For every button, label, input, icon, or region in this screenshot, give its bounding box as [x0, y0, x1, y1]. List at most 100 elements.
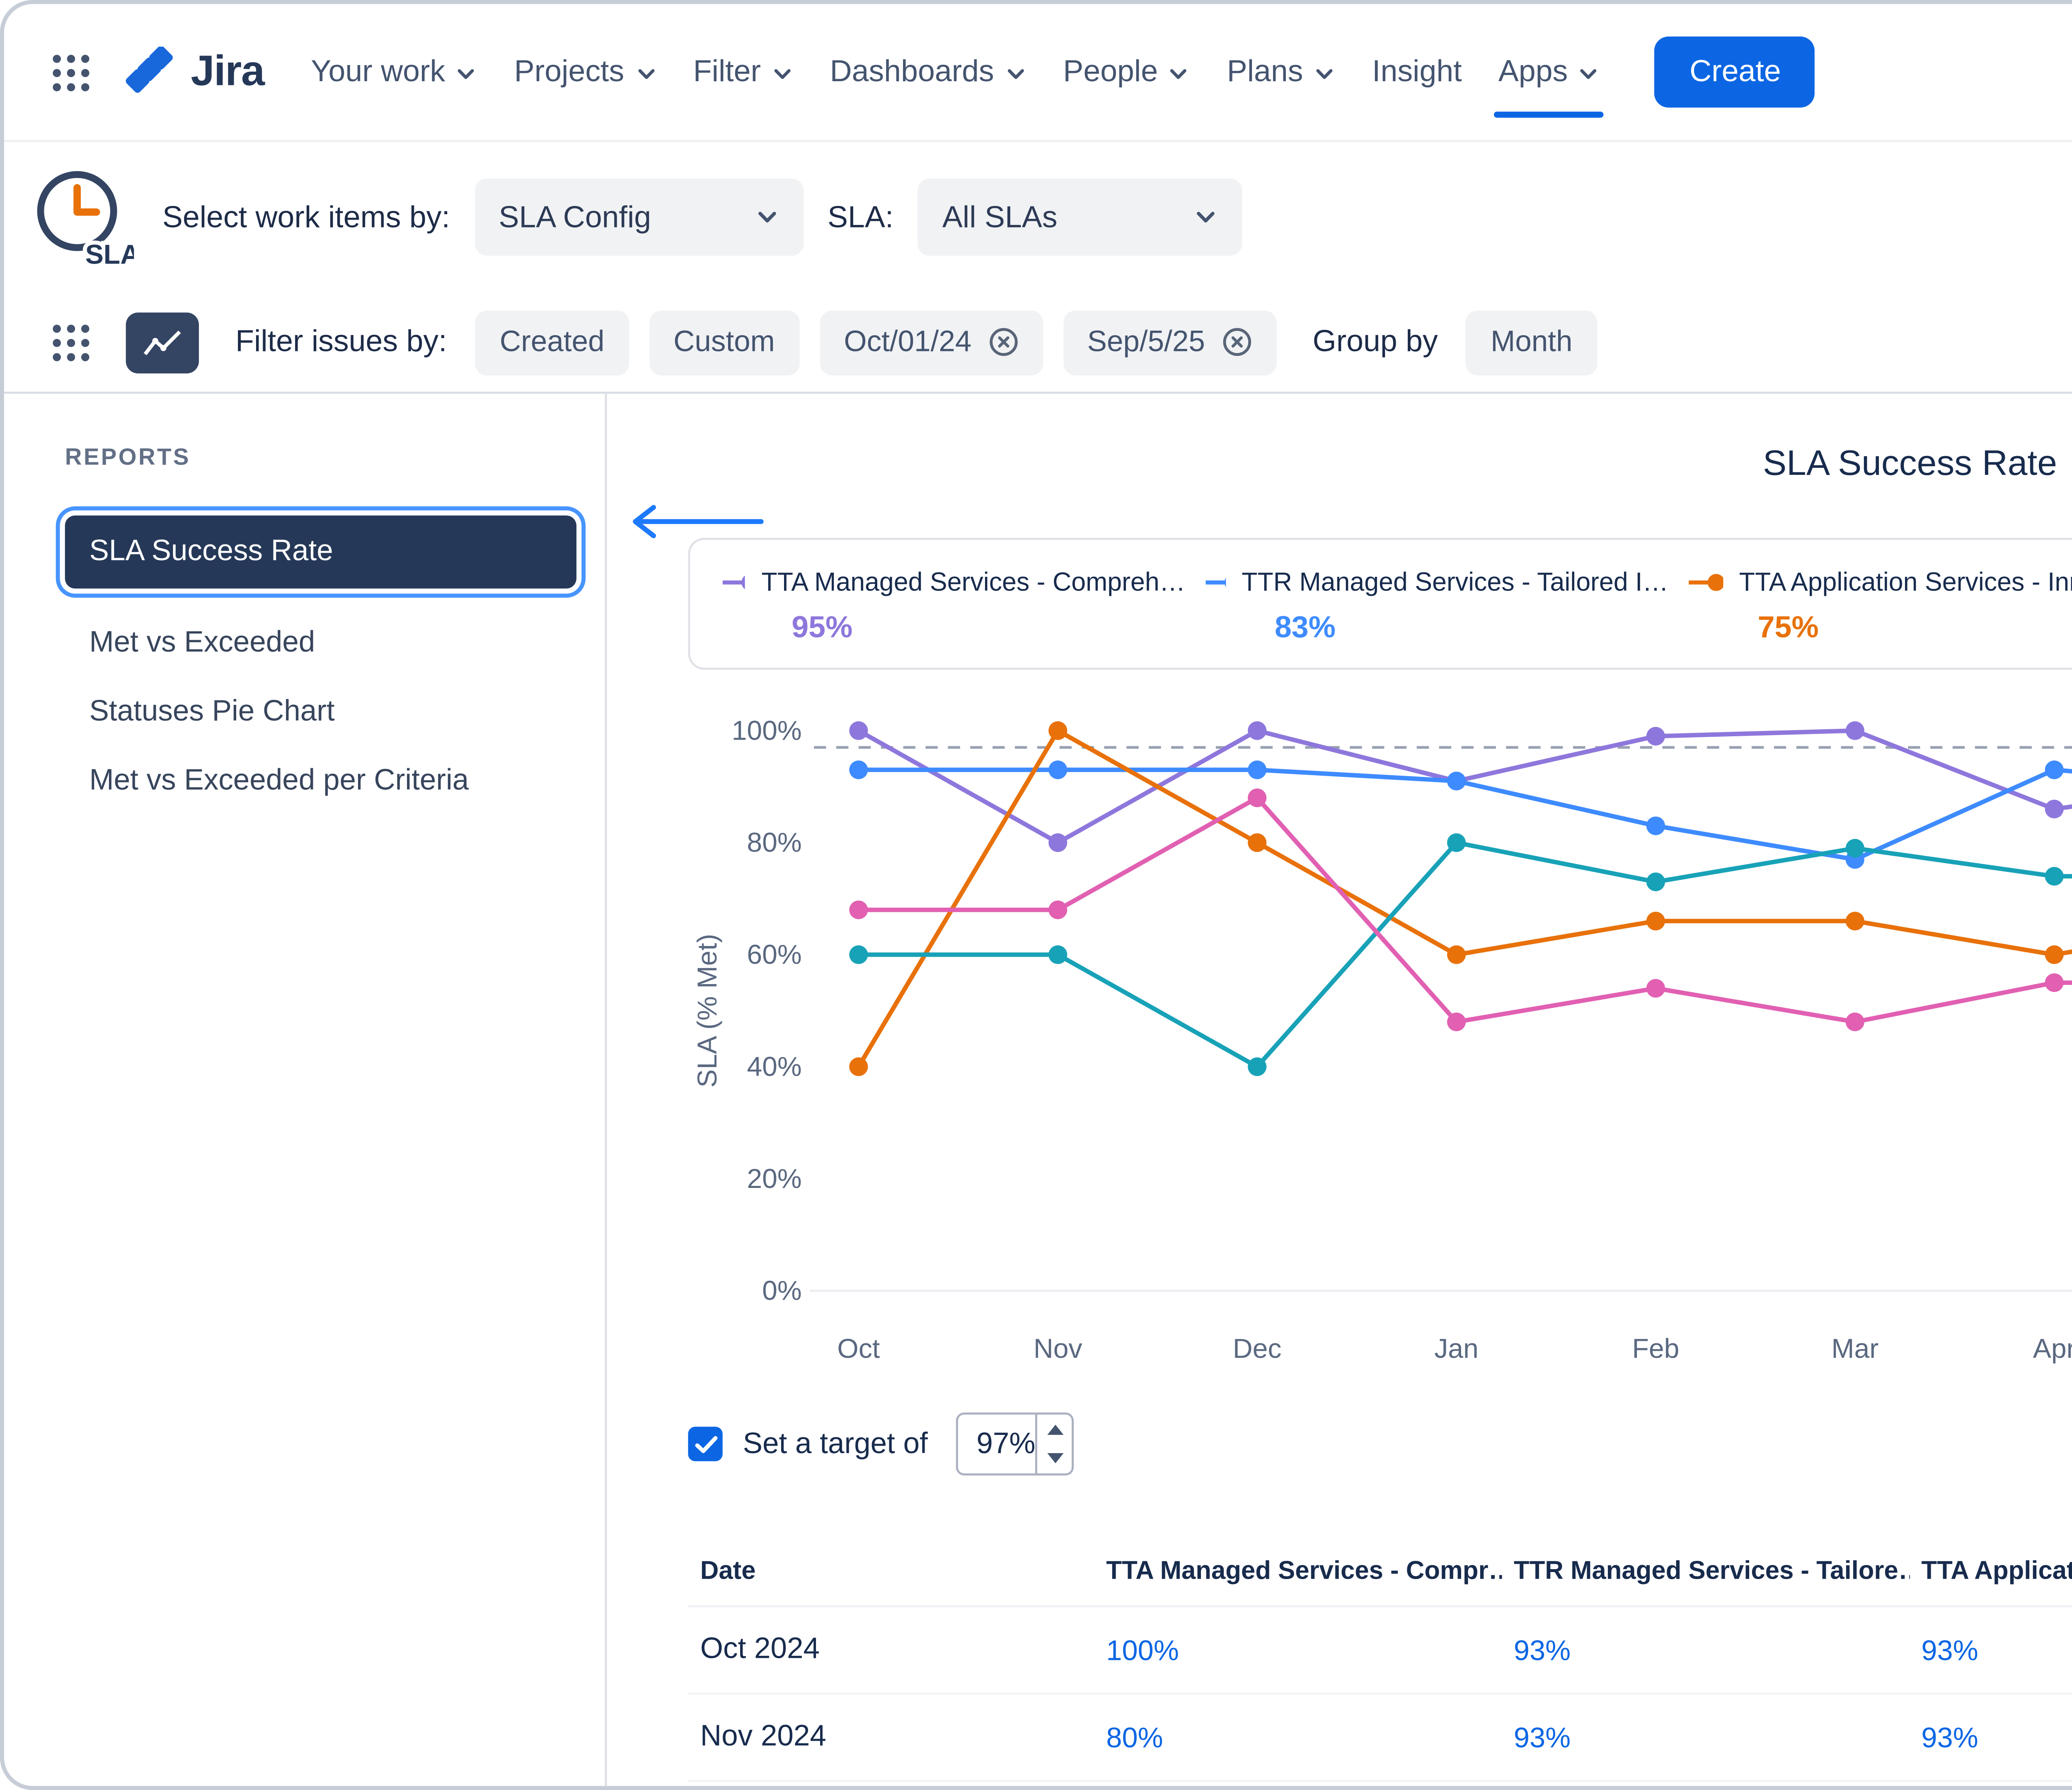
sidebar-item-statuses-pie-chart[interactable]: Statuses Pie Chart	[65, 678, 605, 747]
reports-sidebar: REPORTS SLA Success Rate Met vs Exceeded…	[4, 394, 607, 1790]
nav-item-apps[interactable]: Apps	[1480, 36, 1619, 107]
sla-label: SLA:	[828, 200, 893, 234]
stepper-down-icon[interactable]	[1037, 1444, 1072, 1473]
svg-text:Mar: Mar	[1831, 1333, 1878, 1364]
remove-chip-icon[interactable]	[1221, 327, 1251, 357]
legend-label: TTA Managed Services - Compreh…	[761, 566, 1185, 597]
chip-date-from[interactable]: Oct/01/24	[820, 310, 1043, 375]
sla-dropdown[interactable]: All SLAs	[918, 179, 1243, 256]
create-button[interactable]: Create	[1655, 36, 1815, 107]
sla-app-logo: SLA	[29, 164, 134, 270]
nav-item-insight[interactable]: Insight	[1354, 36, 1480, 107]
svg-text:SLA (% Met): SLA (% Met)	[692, 934, 723, 1088]
chevron-down-icon	[1194, 205, 1218, 230]
chevron-down-icon	[755, 205, 779, 230]
value-link[interactable]: 93%	[1909, 1701, 2072, 1774]
chevron-down-icon	[634, 63, 657, 85]
chip-label: Month	[1491, 326, 1572, 358]
series-swatch-icon	[723, 571, 746, 592]
value-link[interactable]: 93%	[1502, 1701, 1910, 1774]
chart-legend: TTA Managed Services - Compreh… 95% TTR …	[688, 538, 2072, 670]
table-header-row: Date TTA Managed Services - Compr… TTR M…	[688, 1536, 2072, 1607]
legend-label: TTA Application Services - Innova…	[1739, 566, 2072, 597]
target-label: Set a target of	[743, 1428, 928, 1460]
legend-avg: 75%	[1758, 611, 2072, 645]
value-link[interactable]: 80%	[1094, 1701, 1502, 1774]
legend-label: TTR Managed Services - Tailored I…	[1242, 566, 1668, 597]
target-checkbox[interactable]	[688, 1427, 722, 1461]
chip-custom[interactable]: Custom	[649, 310, 799, 375]
nav-item-label: Projects	[514, 55, 624, 89]
chevron-down-icon	[455, 63, 478, 85]
filter-bar: Filter issues by: Created Custom Oct/01/…	[4, 292, 2072, 394]
svg-text:Apr: Apr	[2033, 1333, 2072, 1364]
chart-title: SLA Success Rate	[688, 443, 2072, 485]
svg-text:Nov: Nov	[1034, 1333, 1082, 1364]
legend-avg: 95%	[792, 611, 1185, 645]
legend-item[interactable]: TTA Application Services - Innova… 75%	[1668, 566, 2072, 646]
chart-view-toggle[interactable]	[126, 312, 199, 373]
legend-item[interactable]: TTA Managed Services - Compreh… 95%	[702, 566, 1186, 646]
chevron-down-icon	[1004, 63, 1026, 85]
sla-data-table: Date TTA Managed Services - Compr… TTR M…	[688, 1536, 2072, 1782]
nav-item-label: Apps	[1498, 55, 1568, 89]
svg-text:Jan: Jan	[1434, 1333, 1479, 1364]
reports-header: REPORTS	[65, 447, 605, 471]
chip-created[interactable]: Created	[475, 310, 629, 375]
nav-item-filter[interactable]: Filter	[675, 36, 812, 107]
svg-text:Feb: Feb	[1632, 1333, 1679, 1364]
value-link[interactable]: 93%	[1909, 1613, 2072, 1686]
chevron-down-icon	[1578, 63, 1600, 85]
value-link[interactable]: 93%	[1502, 1613, 1910, 1686]
column-header: Date	[688, 1536, 1094, 1606]
table-row: Nov 2024 80% 93% 93% 100% 60%	[688, 1695, 2072, 1782]
svg-text:40%: 40%	[747, 1051, 801, 1082]
nav-item-label: People	[1063, 55, 1158, 89]
jira-logo[interactable]: Jira	[126, 47, 264, 97]
target-control: Set a target of 97%	[688, 1413, 2072, 1476]
sla-dropdown-value: All SLAs	[942, 200, 1058, 234]
sidebar-item-sla-success-rate[interactable]: SLA Success Rate	[65, 515, 576, 588]
chevron-down-icon	[771, 63, 794, 85]
svg-text:Oct: Oct	[837, 1333, 880, 1364]
column-header: TTA Application Services - Inno…	[1909, 1536, 2072, 1606]
svg-text:60%: 60%	[747, 939, 801, 970]
chip-group-by-month[interactable]: Month	[1466, 310, 1597, 375]
legend-avg: 83%	[1275, 611, 1668, 645]
annotation-arrow	[619, 501, 765, 542]
chip-label: Sep/5/25	[1087, 326, 1205, 358]
nav-item-people[interactable]: People	[1045, 36, 1208, 107]
stepper-up-icon[interactable]	[1037, 1415, 1072, 1444]
nav-item-your-work[interactable]: Your work	[293, 36, 496, 107]
table-row: Oct 2024 100% 93% 93% 40% 60%	[688, 1607, 2072, 1695]
remove-chip-icon[interactable]	[988, 327, 1018, 357]
work-items-dropdown[interactable]: SLA Config	[474, 179, 803, 256]
nav-item-label: Insight	[1372, 55, 1462, 89]
column-header: TTR Managed Services - Tailore…	[1502, 1536, 1910, 1606]
svg-text:20%: 20%	[747, 1164, 801, 1194]
primary-nav: Your work Projects Filter Dashboards Peo…	[293, 36, 1619, 107]
sla-logo-text: SLA	[85, 239, 134, 270]
svg-text:Dec: Dec	[1233, 1333, 1282, 1364]
nav-item-plans[interactable]: Plans	[1209, 36, 1354, 107]
nav-item-dashboards[interactable]: Dashboards	[812, 36, 1045, 107]
select-work-items-label: Select work items by:	[162, 200, 450, 234]
chip-date-to[interactable]: Sep/5/25	[1063, 310, 1276, 375]
legend-item[interactable]: TTR Managed Services - Tailored I… 83%	[1185, 566, 1668, 646]
nav-item-projects[interactable]: Projects	[496, 36, 675, 107]
sla-toolbar: SLA Select work items by: SLA Config SLA…	[4, 142, 2072, 292]
filter-issues-label: Filter issues by:	[235, 325, 447, 359]
nav-item-label: Plans	[1227, 55, 1303, 89]
check-icon	[693, 1434, 718, 1454]
value-link[interactable]: 100%	[1094, 1613, 1502, 1686]
line-chart-icon	[142, 326, 183, 358]
sidebar-item-met-vs-exceeded[interactable]: Met vs Exceeded	[65, 609, 605, 678]
nav-item-label: Dashboards	[830, 55, 994, 89]
target-input[interactable]: 97%	[956, 1413, 1074, 1476]
sidebar-item-met-vs-exceeded-per-criteria[interactable]: Met vs Exceeded per Criteria	[65, 747, 605, 816]
series-swatch-icon	[1689, 571, 1723, 592]
jira-wordmark: Jira	[191, 48, 264, 97]
grid-view-toggle-icon[interactable]	[36, 307, 106, 377]
app-switcher-icon[interactable]	[36, 38, 106, 107]
content-area: REPORTS SLA Success Rate Met vs Exceeded…	[4, 394, 2072, 1790]
